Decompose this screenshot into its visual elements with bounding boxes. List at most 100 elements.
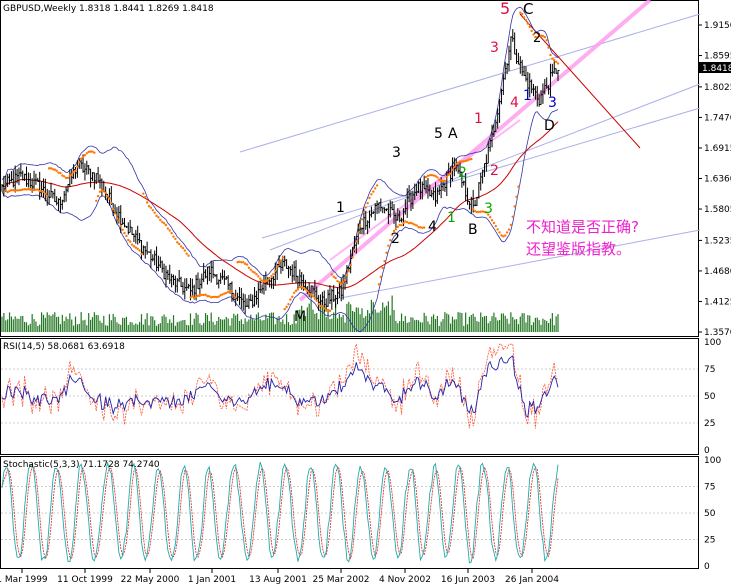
sar-dot: [127, 238, 130, 242]
sar-dot: [181, 246, 185, 250]
sar-dot: [490, 219, 494, 222]
wave-label: 1: [474, 111, 483, 127]
sar-dot: [315, 299, 318, 302]
sar-dot: [183, 249, 187, 252]
price-pane: [0, 0, 699, 337]
sar-dot: [128, 240, 132, 243]
sar-dot: [402, 221, 405, 225]
sar-dot: [59, 171, 62, 175]
sar-dot: [155, 214, 158, 218]
sar-dot: [149, 206, 153, 210]
sar-dot: [121, 228, 124, 231]
wave-label: 2: [490, 163, 499, 179]
sar-dot: [362, 211, 366, 214]
stochastic-tick-label: 100: [704, 456, 721, 466]
rsi-tick-label: 50: [704, 392, 716, 402]
price-tick-label: 1.5235: [704, 236, 731, 246]
rsi-tick-label: 100: [704, 338, 721, 348]
sar-dot: [136, 247, 139, 250]
sar-dot: [76, 165, 79, 168]
sar-dot: [230, 290, 234, 293]
sar-dot: [125, 234, 128, 238]
sar-dot: [415, 224, 418, 227]
sar-dot: [93, 151, 96, 154]
sar-dot: [283, 307, 286, 311]
sar-dot: [140, 252, 143, 256]
sar-dot: [372, 190, 375, 193]
wave-label: 4: [510, 95, 519, 111]
sar-dot: [366, 202, 369, 205]
sar-dot: [42, 190, 45, 194]
wave-label: M: [294, 309, 306, 325]
sar-dot: [358, 224, 362, 227]
sar-dot: [179, 245, 183, 248]
sar-dot: [470, 157, 473, 161]
last-price-label: 1.8418: [702, 64, 731, 74]
sar-dot: [545, 39, 548, 42]
sar-dot: [79, 157, 83, 160]
sar-dot: [247, 266, 251, 269]
sar-dot: [151, 209, 154, 212]
sar-dot: [102, 189, 105, 192]
stochastic-pane-title: Stochastic(5,3,3) 71.1728 74.2740: [3, 460, 160, 470]
sar-dot: [285, 305, 288, 309]
sar-dot: [266, 279, 269, 282]
sar-dot: [547, 46, 550, 49]
sar-dot: [373, 187, 377, 190]
sar-dot: [554, 60, 558, 63]
sar-dot: [311, 295, 315, 298]
sar-dot: [287, 302, 290, 306]
sar-dot: [553, 58, 556, 62]
sar-dot: [279, 259, 283, 262]
sar-dot: [507, 228, 511, 231]
sar-dot: [74, 169, 77, 172]
sar-dot: [296, 288, 300, 291]
sar-dot: [375, 184, 379, 187]
price-tick-label: 1.5805: [704, 205, 731, 215]
sar-dot: [400, 224, 403, 227]
sar-dot: [309, 293, 313, 296]
sar-dot: [66, 176, 70, 180]
sar-dot: [379, 275, 383, 279]
sar-dot: [328, 309, 332, 313]
sar-dot: [72, 171, 75, 174]
rsi-pane-title: RSI(14,5) 58.0681 63.6918: [3, 342, 125, 352]
x-tick-label: 1 Jan 2001: [188, 575, 236, 585]
sar-dot: [110, 201, 113, 205]
sar-dot: [62, 175, 66, 178]
x-tick-label: 13 Aug 2001: [249, 575, 307, 585]
wave-label: 1: [447, 210, 456, 226]
sar-dot: [106, 195, 109, 198]
sar-dot: [357, 231, 360, 234]
sar-dot: [330, 273, 334, 276]
price-tick-label: 1.6915: [704, 144, 731, 154]
price-tick-label: 1.8595: [704, 52, 731, 62]
price-tick-label: 1.7470: [704, 113, 731, 123]
sar-dot: [353, 248, 356, 251]
sar-dot: [494, 224, 498, 228]
sar-dot: [113, 212, 117, 215]
sar-dot: [268, 277, 271, 280]
rsi-tick-label: 75: [704, 365, 715, 375]
chart-canvas: 1.9150 1.8595 1.8025 1.7470 1.6915 1.6360 1.58…: [0, 0, 731, 585]
wave-label: 不知道是否正确?: [526, 218, 639, 236]
sar-dot: [294, 289, 298, 293]
sar-dot: [157, 216, 160, 219]
wave-label: C: [523, 0, 533, 18]
sar-dot: [451, 168, 454, 171]
price-tick-label: 1.4125: [704, 297, 731, 307]
sar-dot: [142, 192, 145, 195]
sar-dot: [496, 228, 499, 231]
sar-dot: [257, 275, 260, 278]
sar-dot: [292, 291, 296, 295]
sar-dot: [83, 154, 87, 157]
sar-dot: [556, 62, 560, 65]
sar-dot: [345, 273, 349, 277]
sar-dot: [145, 201, 149, 204]
x-tick-label: 16 Jun 2003: [441, 575, 495, 585]
wave-label: 3: [392, 145, 401, 161]
x-tick-label: 1 Mar 1999: [0, 575, 48, 585]
wave-label: 3: [484, 201, 493, 217]
sar-dot: [159, 218, 162, 222]
sar-dot: [187, 254, 190, 257]
